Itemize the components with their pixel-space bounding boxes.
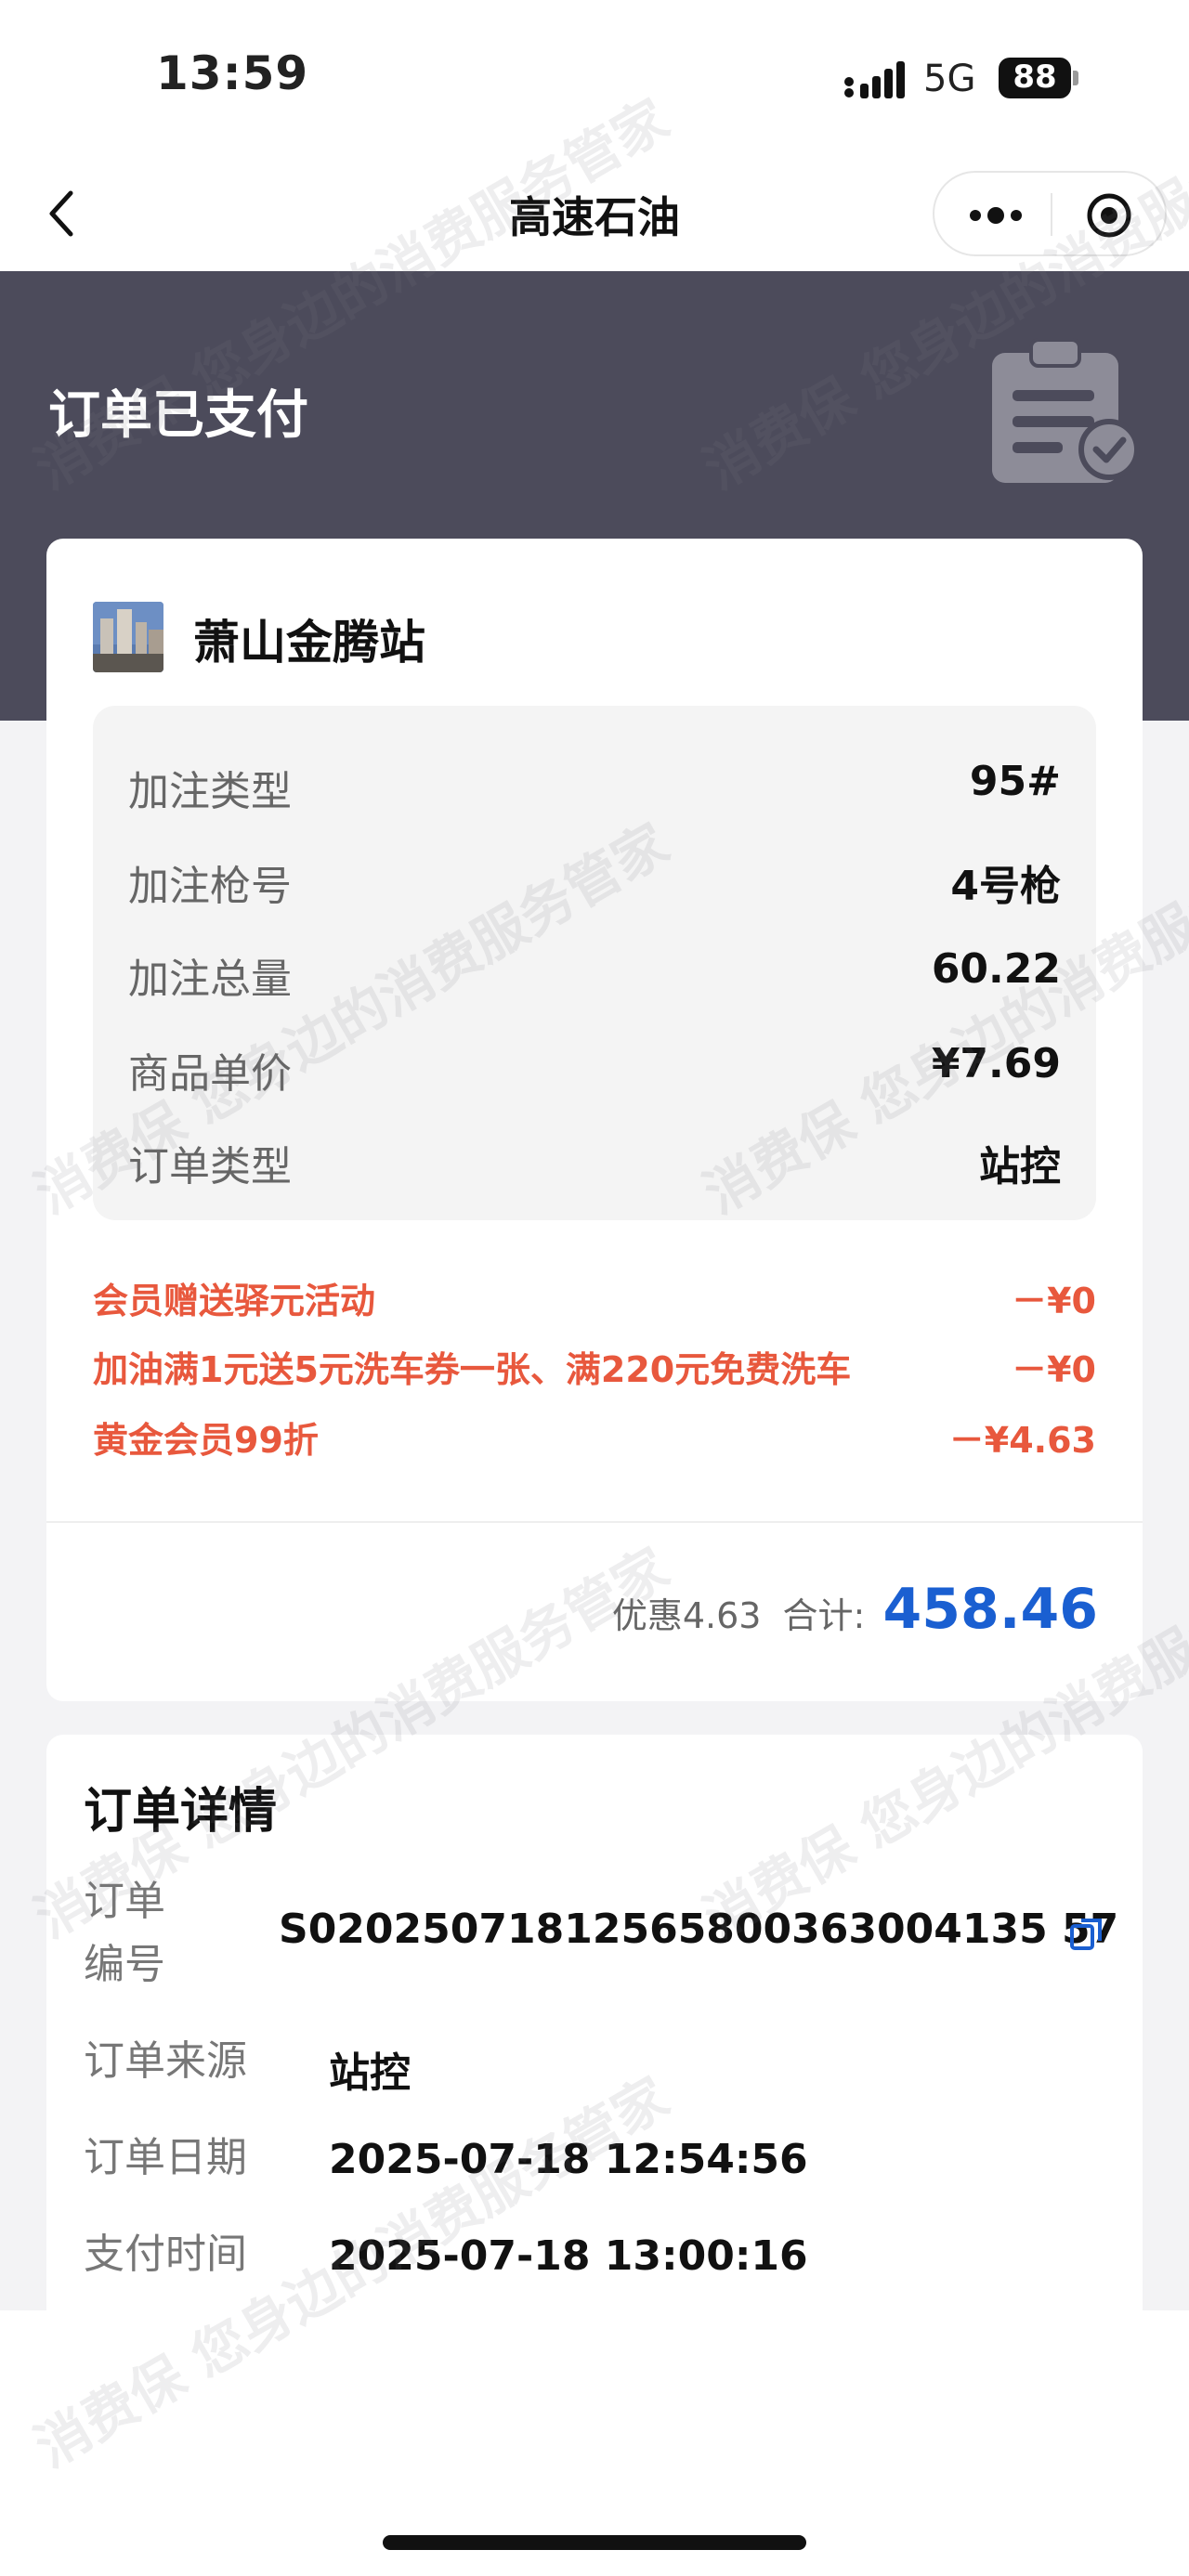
promo-row: 会员赠送驿元活动 －¥0 <box>93 1272 1096 1328</box>
detail-value: 2025-07-18 13:00:16 <box>329 2232 808 2280</box>
capsule-divider <box>1051 193 1052 236</box>
total-label: 合计: <box>782 1595 866 1636</box>
station-name: 萧山金腾站 <box>193 616 425 670</box>
copy-icon[interactable] <box>1068 1915 1105 1952</box>
info-row-volume: 加注总量 60.22 <box>128 945 1061 1010</box>
detail-value: 站控 <box>329 2049 411 2097</box>
fuel-info-box: 加注类型 95# 加注枪号 4号枪 加注总量 60.22 商品单价 ¥7.69 … <box>93 706 1096 1220</box>
info-label: 订单类型 <box>128 1143 292 1190</box>
info-row-order-type: 订单类型 站控 <box>128 1133 1061 1198</box>
battery-icon: 88 <box>999 58 1078 98</box>
info-value: ¥7.69 <box>931 1040 1061 1087</box>
info-value: 60.22 <box>931 945 1061 993</box>
info-row-nozzle: 加注枪号 4号枪 <box>128 852 1061 917</box>
info-row-fuel-type: 加注类型 95# <box>128 758 1061 823</box>
promo-row: 黄金会员99折 －¥4.63 <box>93 1412 1096 1467</box>
order-no-label: 订单编号 <box>84 1878 165 1988</box>
signal-icon <box>844 61 905 98</box>
order-card: 萧山金腾站 加注类型 95# 加注枪号 4号枪 加注总量 60.22 商品单价 … <box>46 539 1143 1701</box>
clipboard-check-icon <box>992 338 1140 483</box>
close-miniapp-icon[interactable] <box>1085 191 1133 240</box>
info-label: 加注类型 <box>128 768 292 815</box>
detail-value: 2025-07-18 12:54:56 <box>329 2136 808 2183</box>
station-image <box>93 602 163 672</box>
promo-value: －¥0 <box>1012 1349 1096 1390</box>
network-label: 5G <box>923 58 976 100</box>
promo-label: 黄金会员99折 <box>93 1420 319 1461</box>
info-label: 加注枪号 <box>128 863 292 910</box>
promo-value: －¥0 <box>1012 1281 1096 1321</box>
detail-title: 订单详情 <box>84 1784 278 1840</box>
status-time: 13:59 <box>156 46 309 100</box>
battery-level: 88 <box>1013 59 1057 96</box>
info-row-unit-price: 商品单价 ¥7.69 <box>128 1040 1061 1105</box>
total-amount: 458.46 <box>882 1577 1098 1642</box>
detail-label: 支付时间 <box>84 2231 247 2278</box>
info-value: 站控 <box>979 1143 1061 1190</box>
nav-bar: 高速石油 <box>0 158 1189 271</box>
home-indicator[interactable] <box>383 2535 806 2550</box>
total-line: 优惠4.63 合计: 458.46 <box>612 1577 1098 1651</box>
info-value: 4号枪 <box>950 863 1061 910</box>
info-label: 商品单价 <box>128 1050 292 1098</box>
discount-amount: 优惠4.63 <box>611 1595 762 1636</box>
promo-label: 会员赠送驿元活动 <box>93 1281 376 1321</box>
detail-label: 订单日期 <box>84 2134 247 2181</box>
order-number[interactable]: S02025071812565800363004135 57 <box>279 1906 1118 1953</box>
info-label: 加注总量 <box>128 956 292 1003</box>
promo-label: 加油满1元送5元洗车券一张、满220元免费洗车 <box>93 1349 852 1390</box>
card-divider <box>46 1521 1143 1523</box>
status-bar: 13:59 5G 88 <box>0 0 1189 158</box>
promo-row: 加油满1元送5元洗车券一张、满220元免费洗车 －¥0 <box>93 1341 1096 1397</box>
detail-label: 订单来源 <box>84 2037 247 2085</box>
miniapp-capsule <box>933 171 1167 256</box>
order-detail-card: 订单详情 订单编号 S02025071812565800363004135 57… <box>46 1735 1143 2310</box>
order-status-title: 订单已支付 <box>48 385 308 446</box>
more-icon[interactable] <box>966 197 1026 234</box>
promo-value: －¥4.63 <box>948 1420 1096 1461</box>
info-value: 95# <box>969 758 1061 805</box>
